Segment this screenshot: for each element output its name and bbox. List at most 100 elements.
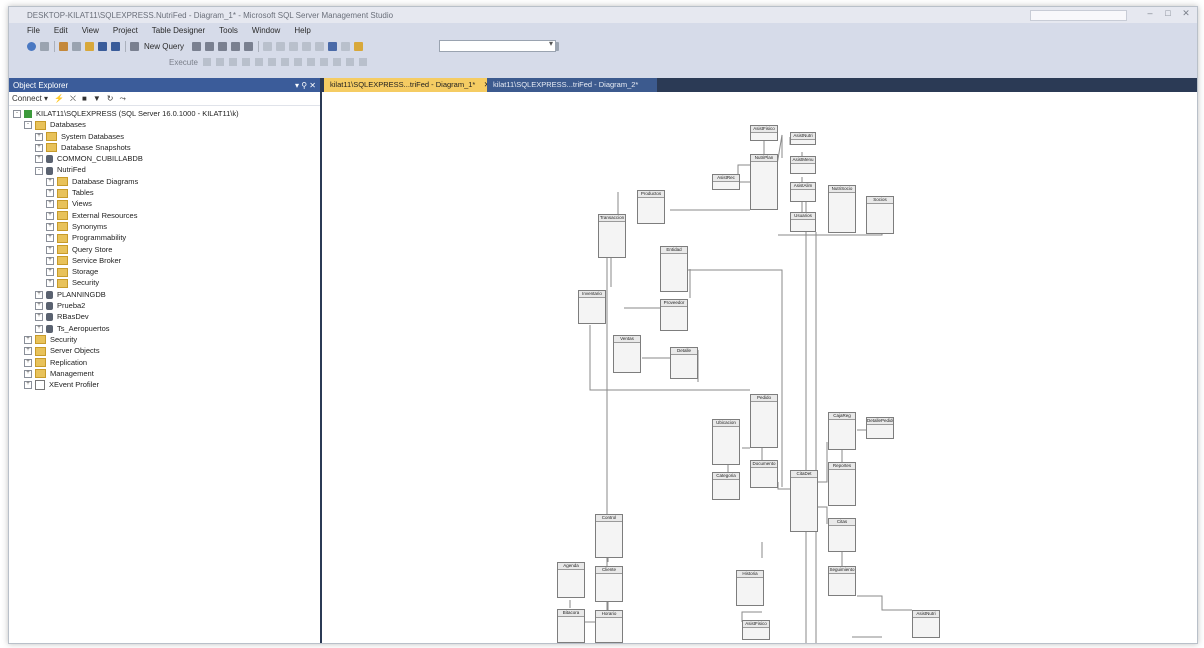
diagram-table[interactable]: CitaDet (790, 470, 818, 532)
collapse-icon[interactable]: - (24, 121, 32, 130)
paste-icon[interactable] (289, 41, 299, 51)
menu-window[interactable]: Window (252, 26, 280, 35)
diagram-table[interactable]: DetallePedido (866, 417, 894, 439)
menu-view[interactable]: View (82, 26, 99, 35)
tree-node[interactable]: + Database Diagrams (9, 176, 320, 187)
tree-node[interactable]: + Security (9, 334, 320, 345)
diagram-table[interactable]: Ubicacion (712, 419, 740, 465)
minimize-icon[interactable]: – (1143, 8, 1157, 21)
tree-node[interactable]: + XEvent Profiler (9, 379, 320, 391)
menu-table-designer[interactable]: Table Designer (152, 26, 205, 35)
expand-icon[interactable]: + (46, 279, 54, 288)
connect-icon[interactable]: ⚡ (54, 94, 64, 103)
tab-diagram-2[interactable]: kilat11\SQLEXPRESS...triFed - Diagram_2* (487, 78, 657, 92)
expand-icon[interactable]: + (24, 347, 32, 356)
diagram-table[interactable]: NutriPlan (750, 154, 778, 210)
tree-node[interactable]: + Prueba2 (9, 300, 320, 311)
expand-icon[interactable]: + (46, 256, 54, 265)
increase-indent-icon[interactable] (358, 58, 367, 66)
tree-node[interactable]: + COMMON_CUBILLABDB (9, 153, 320, 164)
tree-node[interactable]: + Query Store (9, 244, 320, 255)
new-query-button[interactable]: New Query (144, 42, 184, 51)
diagram-table[interactable]: NutriSocio (828, 185, 856, 233)
expand-icon[interactable]: + (46, 268, 54, 277)
diagram-table[interactable]: Agenda (557, 562, 585, 598)
dax-query-icon[interactable] (244, 41, 254, 51)
diagram-table[interactable]: Horario (595, 610, 623, 643)
menu-tools[interactable]: Tools (219, 26, 238, 35)
diagram-table[interactable]: Productos (637, 190, 665, 224)
expand-icon[interactable]: + (35, 155, 43, 164)
stop-icon[interactable]: ■ (82, 94, 87, 103)
expand-icon[interactable]: + (35, 324, 43, 333)
tree-node[interactable]: + Service Broker (9, 255, 320, 266)
quick-launch-input[interactable] (1030, 10, 1127, 21)
execute-button[interactable]: Execute (169, 58, 198, 67)
redo-icon[interactable] (315, 41, 325, 51)
expand-icon[interactable]: + (24, 358, 32, 367)
diagram-table[interactable]: Cliente (595, 566, 623, 602)
expand-icon[interactable]: + (24, 369, 32, 378)
collapse-icon[interactable]: - (35, 166, 43, 175)
tree-node[interactable]: + Management (9, 368, 320, 379)
diagram-table[interactable]: Reportes (828, 462, 856, 506)
tree-node[interactable]: + Synonyms (9, 221, 320, 232)
activity-monitor-icon[interactable]: ⤳ (119, 94, 125, 104)
results-text-icon[interactable] (280, 58, 289, 66)
undo-icon[interactable] (302, 41, 312, 51)
tree-node[interactable]: + Database Snapshots (9, 142, 320, 153)
panel-controls[interactable]: ▾ ⚲ ✕ (295, 81, 316, 90)
tree-node[interactable]: - NutriFed (9, 164, 320, 175)
diagram-table[interactable]: Categoria (712, 472, 740, 500)
tab-diagram-1[interactable]: kilat11\SQLEXPRESS...triFed - Diagram_1*… (324, 78, 494, 92)
xmla-query-icon[interactable] (231, 41, 241, 51)
tree-node[interactable]: - KILAT11\SQLEXPRESS (SQL Server 16.0.100… (9, 108, 320, 119)
add-item-icon[interactable] (72, 41, 81, 51)
cut-icon[interactable] (263, 41, 273, 51)
tree-node[interactable]: + Security (9, 277, 320, 288)
diagram-table[interactable]: Proveedor (660, 299, 688, 331)
diagram-table[interactable]: Seguimiento (828, 566, 856, 596)
new-project-icon[interactable] (59, 41, 68, 51)
expand-icon[interactable]: + (35, 132, 43, 141)
tree-node[interactable]: - Databases (9, 119, 320, 130)
results-grid-icon[interactable] (293, 58, 302, 66)
results-file-icon[interactable] (306, 58, 315, 66)
open-file-icon[interactable] (85, 41, 94, 51)
connect-button[interactable]: Connect ▾ (12, 94, 48, 103)
filter-icon[interactable]: ▼ (93, 94, 101, 103)
menu-edit[interactable]: Edit (54, 26, 68, 35)
tree-node[interactable]: + RBasDev (9, 311, 320, 322)
diagram-table[interactable]: Socios (866, 196, 894, 234)
database-combobox[interactable] (439, 39, 556, 52)
menu-file[interactable]: File (27, 26, 40, 35)
diagram-table[interactable]: Pedido (750, 394, 778, 448)
expand-icon[interactable]: + (46, 200, 54, 209)
tree-node[interactable]: + Views (9, 198, 320, 209)
expand-icon[interactable]: + (46, 177, 54, 186)
save-icon[interactable] (98, 41, 107, 51)
diagram-table[interactable]: AsistMenu (790, 156, 816, 174)
display-plan-icon[interactable] (228, 58, 237, 66)
decrease-indent-icon[interactable] (345, 58, 354, 66)
menu-project[interactable]: Project (113, 26, 138, 35)
save-all-icon[interactable] (111, 41, 120, 51)
forward-icon[interactable] (40, 41, 49, 51)
diagram-table[interactable]: Bitacora (557, 609, 585, 643)
tree-node[interactable]: + Replication (9, 357, 320, 368)
find-icon[interactable] (354, 41, 364, 51)
diagram-table[interactable]: CajaReg (828, 412, 856, 450)
expand-icon[interactable]: + (35, 290, 43, 299)
maximize-icon[interactable]: □ (1161, 8, 1175, 21)
diagram-table[interactable]: Citas (828, 518, 856, 552)
diagram-table[interactable]: Historia (736, 570, 764, 606)
uncomment-icon[interactable] (332, 58, 341, 66)
expand-icon[interactable]: + (35, 143, 43, 152)
expand-icon[interactable]: + (46, 245, 54, 254)
tree-node[interactable]: + Ts_Aeropuertos (9, 323, 320, 334)
expand-icon[interactable]: + (24, 381, 32, 390)
diagram-table[interactable]: AsistNutri (790, 132, 816, 145)
tree-node[interactable]: + Storage (9, 266, 320, 277)
diagram-table[interactable]: AsistAlim (790, 182, 816, 202)
close-icon[interactable]: ✕ (1179, 8, 1193, 21)
